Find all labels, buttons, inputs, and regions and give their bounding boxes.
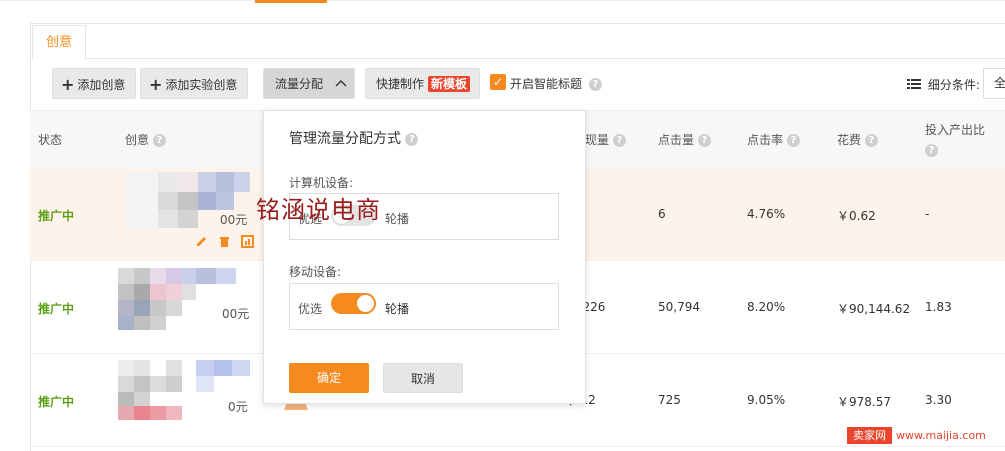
clicks-value: 725 (658, 393, 681, 407)
traffic-allocation-button[interactable]: 流量分配 (263, 68, 355, 99)
clicks-value: 6 (658, 207, 666, 221)
help-icon[interactable]: ? (588, 78, 602, 91)
popup-title: 管理流量分配方式 ? (289, 128, 419, 148)
cancel-button[interactable]: 取消 (383, 363, 463, 393)
trash-icon[interactable] (218, 235, 231, 248)
cost-value: ￥0.62 (837, 209, 876, 223)
col-ctr: 点击率 ? (747, 131, 800, 148)
new-template-badge: 新模板 (428, 76, 471, 92)
mobile-device-label: 移动设备: (289, 265, 342, 279)
top-border (0, 0, 1005, 5)
mobile-option-preferred: 优选 (298, 302, 323, 316)
chevron-up-icon (335, 80, 347, 87)
list-icon (907, 79, 921, 89)
mobile-traffic-toggle[interactable] (331, 293, 376, 314)
cost-value: ￥90,144.62 (837, 302, 911, 316)
chart-icon[interactable] (240, 235, 254, 248)
smart-title-checkbox[interactable]: ✓ (490, 74, 506, 90)
col-cost: 花费 ? (837, 131, 878, 148)
toggle-knob (357, 295, 374, 312)
site-logo-url: www.maijia.com (896, 429, 986, 442)
add-creative-button[interactable]: + 添加创意 (52, 68, 136, 99)
col-clicks: 点击量 ? (658, 131, 711, 148)
pencil-icon[interactable] (195, 235, 208, 248)
plus-icon: + (149, 75, 163, 94)
cost-value: ￥978.57 (837, 395, 891, 409)
mobile-option-rotate: 轮播 (385, 302, 410, 316)
filter-select[interactable]: 全 (983, 68, 1005, 99)
pc-device-label: 计算机设备: (289, 176, 354, 190)
smart-title-label: 开启智能标题 ? (510, 75, 602, 92)
site-logo-name: 卖家网 (847, 427, 892, 444)
col-status: 状态 (38, 133, 63, 147)
ctr-value: 4.76% (747, 207, 786, 221)
help-icon[interactable]: ? (405, 132, 419, 146)
traffic-allocation-popover (263, 110, 586, 404)
pc-option-rotate: 轮播 (385, 212, 410, 226)
help-icon[interactable]: ? (925, 144, 938, 157)
help-icon[interactable]: ? (152, 134, 166, 147)
filter-label: 细分条件: (907, 76, 980, 93)
help-icon[interactable]: ? (864, 134, 878, 147)
ctr-value: 8.20% (747, 300, 786, 314)
status-badge: 推广中 (38, 302, 75, 316)
mobile-device-field (289, 283, 559, 330)
roi-value: - (925, 207, 930, 221)
status-badge: 推广中 (38, 209, 75, 223)
add-experiment-button[interactable]: + 添加实验创意 (140, 68, 248, 99)
help-icon[interactable]: ? (786, 134, 800, 147)
clicks-value: 50,794 (658, 300, 700, 314)
plus-icon: + (61, 75, 75, 94)
watermark-text: 铭涵说电商 (256, 196, 381, 224)
col-roi-help: ? (925, 143, 938, 157)
top-accent-tab[interactable] (255, 0, 327, 3)
creative-price: 0元 (228, 400, 248, 414)
roi-value: 3.30 (925, 393, 952, 407)
roi-value: 1.83 (925, 300, 952, 314)
ctr-value: 9.05% (747, 393, 786, 407)
col-creative: 创意 ? (125, 131, 166, 148)
creative-actions (195, 235, 254, 251)
creative-price: 00元 (222, 307, 250, 321)
status-badge: 推广中 (38, 395, 75, 409)
col-impressions: 现量 ? (585, 131, 626, 148)
site-logo: 卖家网 www.maijia.com (847, 427, 986, 448)
tab-strip-divider (30, 58, 1005, 59)
help-icon[interactable]: ? (697, 134, 711, 147)
creative-price: 00元 (220, 213, 248, 227)
col-roi: 投入产出比 (925, 123, 986, 137)
quick-make-button[interactable]: 快捷制作 新模板 (365, 68, 480, 99)
tab-creative[interactable]: 创意 (32, 25, 86, 60)
help-icon[interactable]: ? (612, 134, 626, 147)
confirm-button[interactable]: 确定 (289, 363, 369, 393)
